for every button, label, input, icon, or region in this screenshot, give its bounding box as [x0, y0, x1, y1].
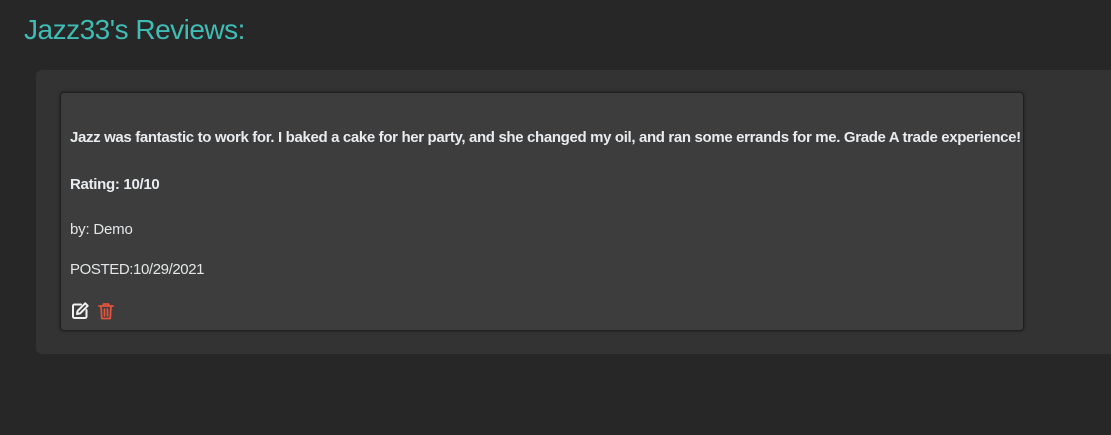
review-text: Jazz was fantastic to work for. I baked … [70, 129, 1021, 146]
page-title: Jazz33's Reviews: [24, 14, 245, 45]
review-author: by: Demo [70, 221, 133, 238]
review-posted-date: POSTED:10/29/2021 [70, 261, 205, 278]
review-rating: Rating: 10/10 [70, 176, 160, 193]
trash-icon[interactable] [96, 301, 116, 321]
review-actions [70, 301, 116, 321]
edit-icon[interactable] [70, 301, 90, 321]
review-card: Jazz was fantastic to work for. I baked … [60, 92, 1024, 331]
